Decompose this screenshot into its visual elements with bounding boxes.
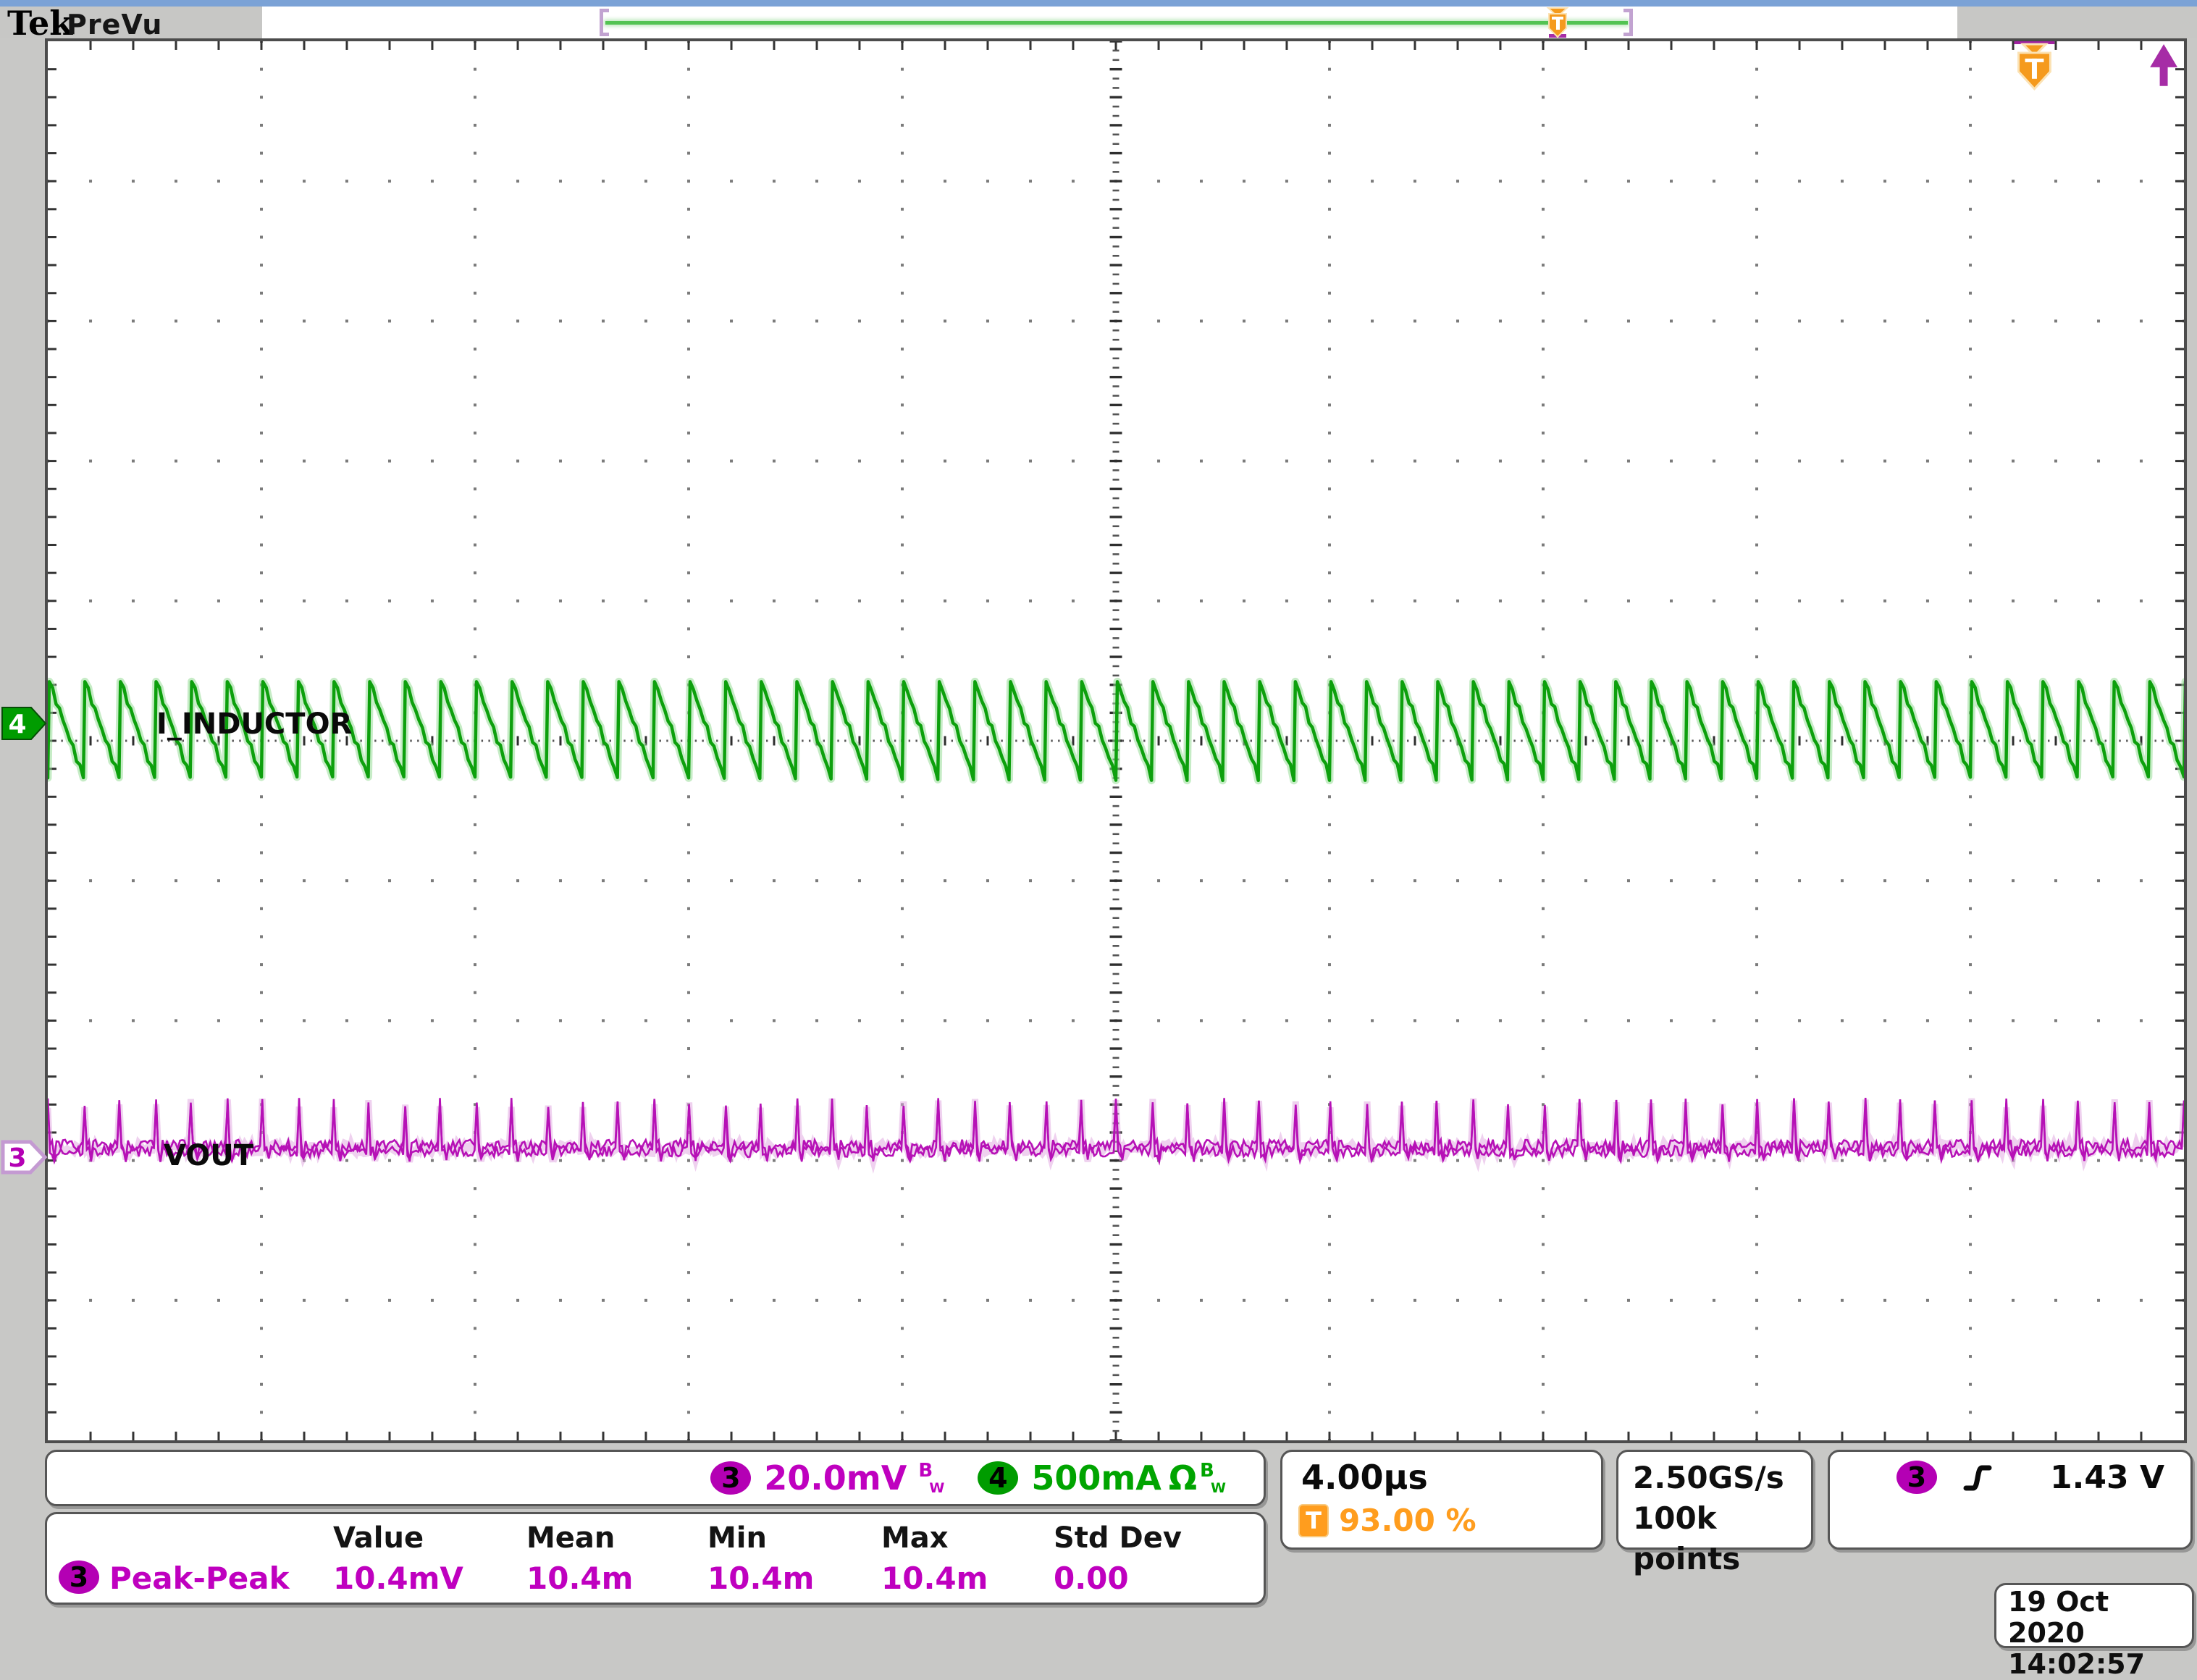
meas-row-source-badge: 3: [59, 1561, 99, 1594]
meas-row-value: 10.4mV: [333, 1561, 463, 1596]
meas-header-stddev: Std Dev: [1054, 1521, 1182, 1555]
record-trigger-position-icon: [1542, 7, 1573, 40]
top-blue-bar: [0, 0, 2197, 7]
timebase-scale: 4.00µs: [1301, 1458, 1428, 1497]
sample-rate: 2.50GS/s: [1633, 1458, 1811, 1498]
channel4-badge: 4: [978, 1461, 1018, 1495]
acquisition-box: 2.50GS/s 100k points: [1616, 1450, 1813, 1550]
meas-header-max: Max: [881, 1521, 949, 1555]
channel4-bandwidth-icon: BW: [1200, 1461, 1226, 1495]
graticule-canvas: [48, 41, 2184, 1440]
channel3-scale: 20.0mV: [764, 1458, 907, 1498]
record-window-bracket-right: [1623, 9, 1633, 36]
meas-row-name: Peak-Peak: [109, 1561, 290, 1596]
trigger-position-icon: T: [1298, 1504, 1329, 1537]
meas-header-mean: Mean: [526, 1521, 615, 1555]
trigger-position-marker-icon: [2015, 41, 2055, 89]
acquisition-status: PreVu: [67, 10, 162, 39]
datetime-box: 19 Oct 2020 14:02:57: [1994, 1583, 2194, 1648]
meas-header-min: Min: [707, 1521, 767, 1555]
time: 14:02:57: [2008, 1649, 2192, 1680]
channel3-badge: 3: [710, 1461, 751, 1495]
meas-header-value: Value: [333, 1521, 424, 1555]
record-view-line: [605, 21, 1628, 25]
channel3-waveform-label: VOUT: [164, 1141, 253, 1170]
channel4-coupling-ohm: Ω: [1169, 1458, 1197, 1498]
trigger-box: 3 1.43 V: [1828, 1450, 2193, 1550]
trigger-level-offscreen-arrow-icon: [2150, 44, 2177, 86]
channel-readout-box: 3 20.0mV BW 4 500mA Ω BW: [45, 1450, 1266, 1506]
trigger-source-badge: 3: [1896, 1461, 1937, 1494]
vout-trace: [48, 1098, 2184, 1162]
meas-row-max: 10.4m: [881, 1561, 988, 1596]
channel3-bandwidth-icon: BW: [918, 1461, 944, 1495]
trigger-level: 1.43 V: [2050, 1459, 2164, 1496]
meas-row-mean: 10.4m: [526, 1561, 633, 1596]
channel4-reference-marker: 4: [0, 704, 48, 743]
channel3-reference-marker: 3: [0, 1138, 48, 1177]
date: 19 Oct 2020: [2008, 1587, 2192, 1649]
channel4-marker-number: 4: [8, 710, 26, 739]
meas-row-min: 10.4m: [707, 1561, 814, 1596]
trigger-position-percent: 93.00 %: [1339, 1503, 1476, 1538]
measurement-box: Value Mean Min Max Std Dev 3 Peak-Peak 1…: [45, 1512, 1266, 1605]
meas-row-stddev: 0.00: [1054, 1561, 1129, 1596]
i-inductor-trace: [48, 681, 2184, 780]
tek-logo: Tek: [7, 7, 72, 39]
rising-edge-icon: [1962, 1461, 1994, 1495]
channel4-waveform-label: I_INDUCTOR: [156, 710, 352, 739]
channel4-scale: 500mA: [1031, 1458, 1161, 1498]
graticule: [45, 38, 2187, 1443]
record-window-bracket-left: [600, 9, 609, 36]
record-length: 100k points: [1633, 1498, 1811, 1579]
timebase-box: 4.00µs T 93.00 %: [1280, 1450, 1603, 1550]
channel3-marker-number: 3: [8, 1143, 26, 1173]
